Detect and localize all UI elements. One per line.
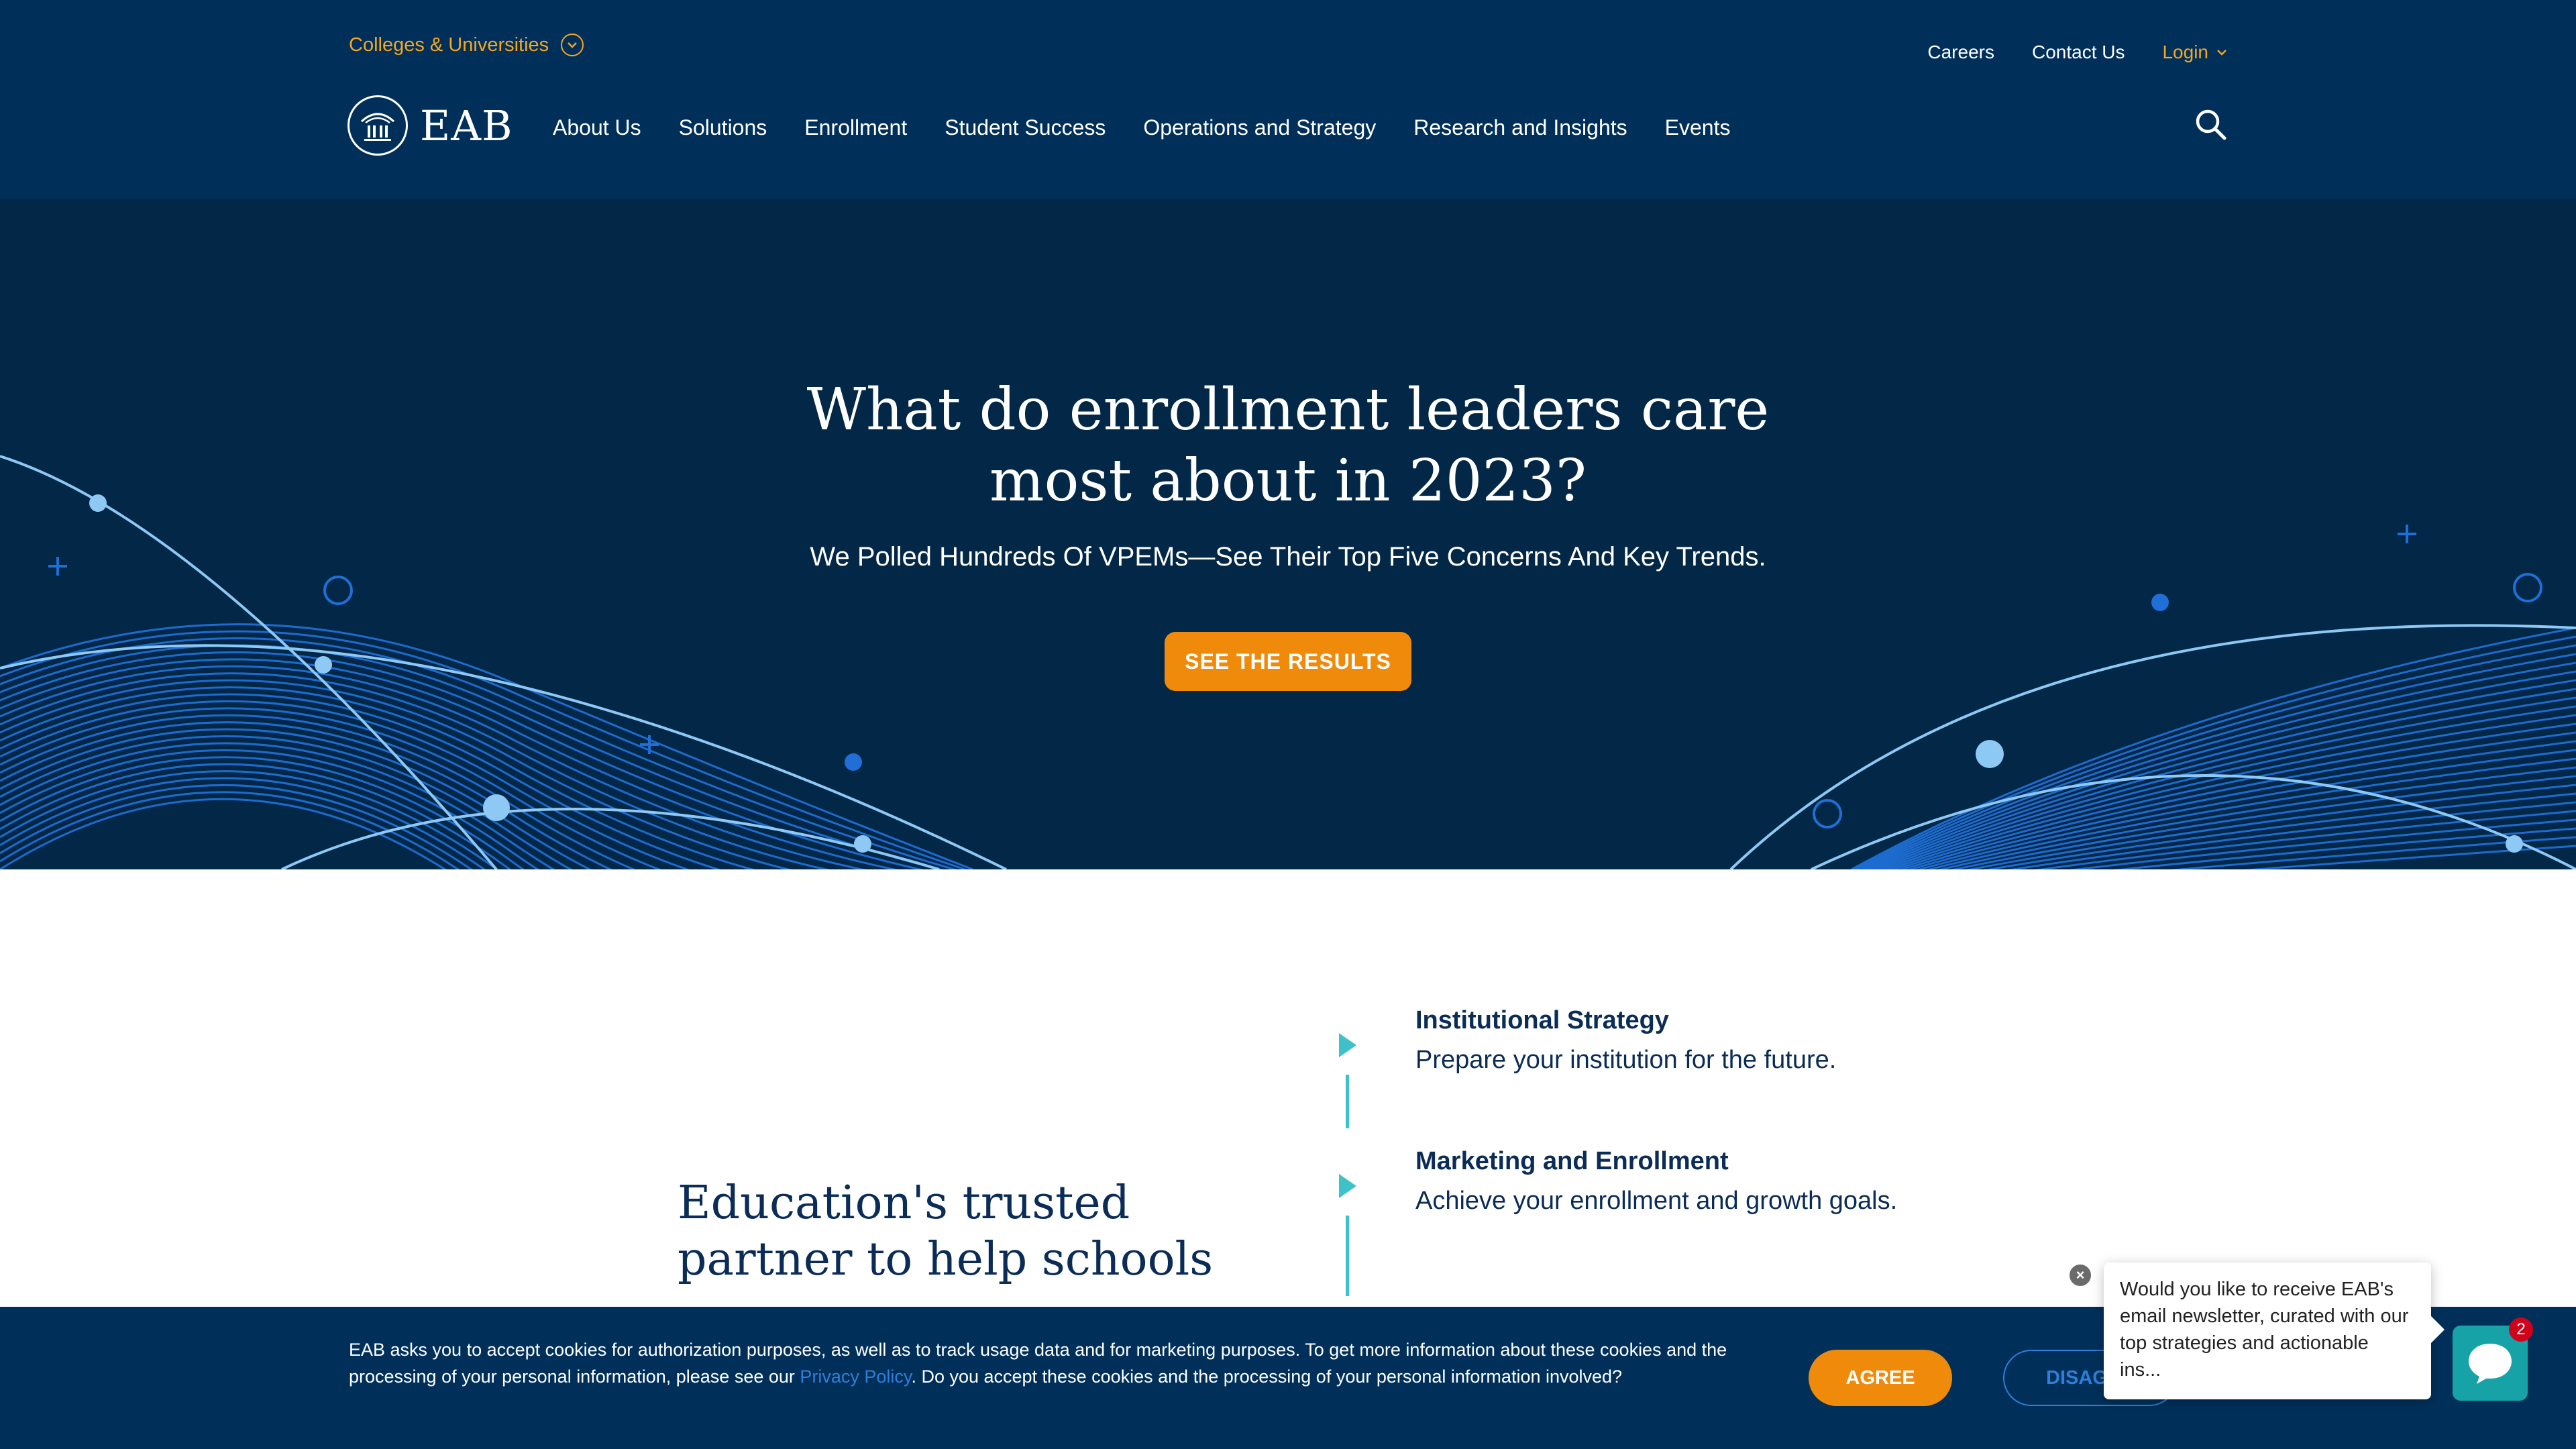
nav-student-success[interactable]: Student Success <box>945 115 1106 140</box>
heading-line-1: Education's trusted <box>678 1177 1130 1230</box>
utility-nav: Careers Contact Us Login <box>1927 42 2227 63</box>
pillar-divider <box>1346 1075 1349 1128</box>
nav-about-us[interactable]: About Us <box>553 115 641 140</box>
chevron-down-icon <box>2217 50 2226 56</box>
pillar-title: Marketing and Enrollment <box>1415 1147 1729 1175</box>
pillar-description: Prepare your institution for the future. <box>1415 1046 1837 1074</box>
cookie-notice-text: EAB asks you to accept cookies for autho… <box>349 1336 1758 1390</box>
notification-badge: 2 <box>2509 1318 2533 1342</box>
pillar-divider <box>1346 1216 1349 1296</box>
hero-title-line-2: most about in 2023? <box>989 447 1587 515</box>
wave-line <box>0 623 973 869</box>
play-arrow-icon <box>1339 1174 1356 1198</box>
pillar-title: Institutional Strategy <box>1415 1006 1669 1034</box>
play-arrow-icon <box>1339 1033 1356 1057</box>
search-icon <box>2196 109 2226 140</box>
chat-prompt-bubble[interactable]: Would you like to receive EAB's email ne… <box>2104 1263 2445 1399</box>
hero-subtitle: We Polled Hundreds Of VPEMs—See Their To… <box>810 542 1766 572</box>
audience-label: Colleges & Universities <box>349 34 549 56</box>
login-menu[interactable]: Login <box>2162 42 2227 63</box>
agree-button[interactable]: AGREE <box>1809 1350 1952 1406</box>
nav-operations-strategy[interactable]: Operations and Strategy <box>1143 115 1376 140</box>
hero-title: What do enrollment leaders care most abo… <box>0 374 2576 517</box>
wave-line <box>1860 661 2576 869</box>
login-label: Login <box>2162 42 2208 62</box>
logo-wordmark: EAB <box>420 101 513 150</box>
trusted-partner-heading: Education's trusted partner to help scho… <box>678 1175 1254 1288</box>
nav-solutions[interactable]: Solutions <box>679 115 767 140</box>
chevron-down-icon <box>561 34 584 56</box>
site-header: Colleges & Universities Careers Contact … <box>0 0 2576 199</box>
nav-research-insights[interactable]: Research and Insights <box>1413 115 1627 140</box>
nav-events[interactable]: Events <box>1665 115 1731 140</box>
chat-prompt-text: Would you like to receive EAB's email ne… <box>2120 1279 2409 1381</box>
nav-enrollment[interactable]: Enrollment <box>804 115 907 140</box>
pillar-description: Achieve your enrollment and growth goals… <box>1415 1187 1898 1215</box>
cookie-text-part: . Do you accept these cookies and the pr… <box>911 1366 1623 1387</box>
careers-link[interactable]: Careers <box>1927 42 1994 63</box>
contact-us-link[interactable]: Contact Us <box>2032 42 2125 63</box>
eab-logo[interactable]: EAB <box>347 95 513 156</box>
search-button[interactable] <box>2194 107 2229 142</box>
heading-line-2: partner to help schools <box>678 1233 1214 1286</box>
privacy-policy-link[interactable]: Privacy Policy <box>800 1366 911 1387</box>
institution-building-icon <box>347 95 408 156</box>
chat-bubble-icon <box>2469 1344 2512 1384</box>
hero-wave-graphic <box>0 455 2576 869</box>
hero-banner: What do enrollment leaders care most abo… <box>0 199 2576 869</box>
main-nav: About Us Solutions Enrollment Student Su… <box>553 115 1730 140</box>
close-icon[interactable]: × <box>2068 1263 2093 1288</box>
hero-title-line-1: What do enrollment leaders care <box>806 376 1770 443</box>
see-results-button[interactable]: SEE THE RESULTS <box>1165 632 1411 691</box>
audience-selector[interactable]: Colleges & Universities <box>349 34 584 56</box>
